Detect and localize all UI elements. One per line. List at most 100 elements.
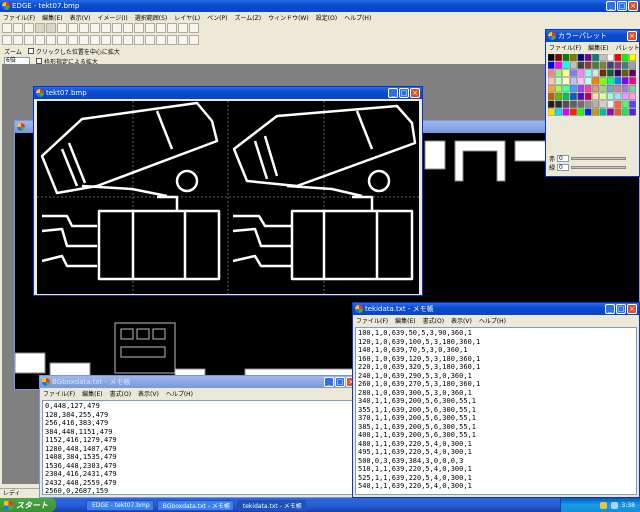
np1-menu-help[interactable]: ヘルプ(H) [166, 389, 193, 398]
palette-swatch[interactable] [570, 85, 577, 93]
palette-menu-edit[interactable]: 編集(E) [588, 43, 608, 52]
palette-swatch[interactable] [629, 54, 637, 62]
palette-title-bar[interactable]: カラーパレット × [546, 30, 639, 42]
np2-menu-file[interactable]: ファイル(F) [356, 316, 388, 325]
task-edge[interactable]: EDGE - tekt07.bmp [86, 499, 154, 511]
palette-swatch[interactable] [555, 100, 563, 108]
task-tekidata[interactable]: tekidata.txt - メモ帳 [236, 499, 306, 511]
menu-help[interactable]: ヘルプ(H) [344, 13, 371, 22]
palette-swatch[interactable] [562, 85, 570, 93]
maximize-button[interactable]: □ [617, 1, 627, 11]
palette-icon[interactable] [134, 23, 144, 33]
minimize-button[interactable]: _ [606, 1, 616, 11]
palette-swatch[interactable] [570, 100, 577, 108]
palette-swatch[interactable] [562, 54, 570, 62]
palette-swatch[interactable] [577, 69, 585, 77]
palette-swatch[interactable] [592, 100, 600, 108]
palette-swatch[interactable] [629, 61, 637, 69]
np2-menu-format[interactable]: 書式(O) [423, 316, 444, 325]
palette-swatch[interactable] [562, 61, 570, 69]
zoom-out-icon[interactable] [112, 23, 122, 33]
palette-swatch[interactable] [570, 69, 577, 77]
palette-swatch[interactable] [592, 85, 600, 93]
palette-swatch[interactable] [621, 61, 629, 69]
dropper-icon[interactable] [134, 35, 144, 45]
palette-swatch[interactable] [599, 77, 607, 85]
palette-swatch[interactable] [621, 85, 629, 93]
red-slider[interactable] [571, 156, 627, 160]
ellipse-icon[interactable] [112, 35, 122, 45]
sprite-close-button[interactable]: × [410, 88, 420, 98]
palette-swatch[interactable] [607, 85, 614, 93]
magnifier-icon[interactable] [2, 35, 12, 45]
rect-icon[interactable] [90, 35, 100, 45]
np1-menu-file[interactable]: ファイル(F) [43, 389, 75, 398]
menu-window[interactable]: ウィンドウ(W) [268, 13, 309, 22]
zoom-in-icon[interactable] [101, 23, 111, 33]
edge-title-bar[interactable]: EDGE - tekt07.bmp _ □ × [0, 0, 640, 12]
palette-swatch[interactable] [592, 69, 600, 77]
palette-swatch[interactable] [548, 85, 555, 93]
new-file-icon[interactable] [2, 23, 12, 33]
palette-swatch[interactable] [614, 77, 622, 85]
spray-icon[interactable] [156, 35, 166, 45]
np1-menu-edit[interactable]: 編集(E) [82, 389, 102, 398]
np2-menu-view[interactable]: 表示(V) [451, 316, 472, 325]
np2-menu-help[interactable]: ヘルプ(H) [479, 316, 506, 325]
help-icon[interactable] [189, 23, 199, 33]
eraser-icon[interactable] [57, 35, 67, 45]
palette-swatch[interactable] [607, 61, 614, 69]
np2-menu-edit[interactable]: 編集(E) [395, 316, 415, 325]
menu-settings[interactable]: 設定(O) [316, 13, 337, 22]
palette-swatch[interactable] [577, 108, 585, 116]
filled-rect-icon[interactable] [101, 35, 111, 45]
palette-swatch[interactable] [555, 61, 563, 69]
palette-swatch[interactable] [555, 77, 563, 85]
np1-title-bar[interactable]: BGboxdata.txt - メモ帳 _ □ × [40, 376, 358, 388]
palette-swatch[interactable] [570, 61, 577, 69]
sprite-minimize-button[interactable]: _ [388, 88, 398, 98]
fill-icon[interactable] [68, 35, 78, 45]
palette-swatch[interactable] [577, 100, 585, 108]
palette-swatch[interactable] [629, 69, 637, 77]
palette-swatch[interactable] [607, 92, 614, 101]
palette-swatch[interactable] [548, 69, 555, 77]
palette-swatch[interactable] [584, 61, 592, 69]
np1-minimize-button[interactable]: _ [324, 377, 334, 387]
menu-edit[interactable]: 編集(E) [42, 13, 62, 22]
filled-ellipse-icon[interactable] [123, 35, 133, 45]
palette-swatch[interactable] [548, 61, 555, 69]
np1-text-area[interactable]: 0,448,127,479 128,384,255,479 256,416,383,… [42, 400, 356, 495]
palette-swatch[interactable] [562, 77, 570, 85]
palette-swatch[interactable] [548, 54, 555, 62]
flip-icon[interactable] [189, 35, 199, 45]
palette-swatch[interactable] [562, 69, 570, 77]
palette-menu-file[interactable]: ファイル(F) [549, 43, 581, 52]
palette-swatch[interactable] [592, 61, 600, 69]
palette-swatch[interactable] [599, 54, 607, 62]
palette-swatch[interactable] [614, 100, 622, 108]
palette-swatch[interactable] [614, 92, 622, 101]
redo-icon[interactable] [79, 23, 89, 33]
palette-swatch[interactable] [629, 92, 637, 101]
np2-maximize-button[interactable]: □ [616, 304, 626, 314]
tray-network-icon[interactable] [599, 501, 607, 509]
palette-swatch[interactable] [629, 100, 637, 108]
undo-icon[interactable] [68, 23, 78, 33]
palette-swatch[interactable] [607, 54, 614, 62]
info-icon[interactable] [178, 23, 188, 33]
start-button[interactable]: スタート [0, 498, 56, 512]
task-bgboxdata[interactable]: BGboxdata.txt - メモ帳 [156, 499, 234, 511]
copy-icon[interactable] [46, 23, 56, 33]
sprite-maximize-button[interactable]: □ [399, 88, 409, 98]
paste-icon[interactable] [57, 23, 67, 33]
text-icon[interactable] [145, 35, 155, 45]
preview-icon[interactable] [145, 23, 155, 33]
clock[interactable]: 3:38 [622, 502, 635, 509]
palette-swatch[interactable] [607, 108, 614, 116]
palette-swatch[interactable] [599, 92, 607, 101]
palette-swatch[interactable] [614, 69, 622, 77]
palette-swatch[interactable] [607, 69, 614, 77]
palette-swatch[interactable] [555, 108, 563, 116]
np2-close-button[interactable]: × [627, 304, 637, 314]
